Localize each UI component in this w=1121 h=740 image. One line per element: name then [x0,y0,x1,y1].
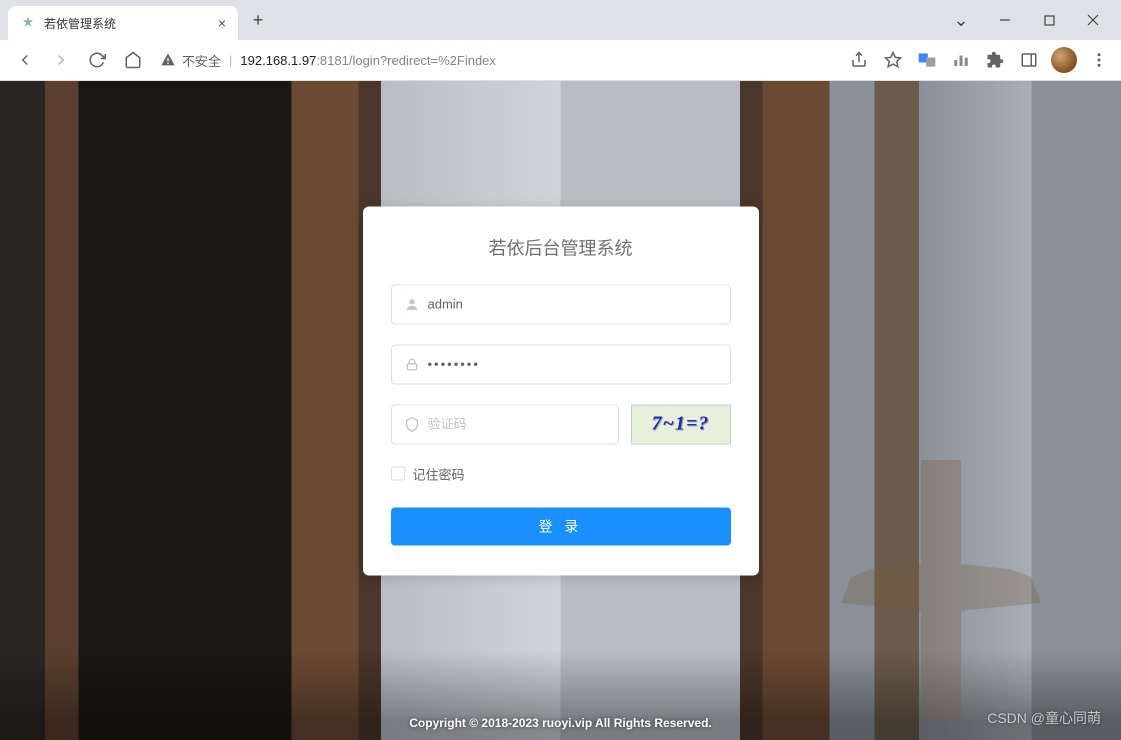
browser-chrome: 若依管理系统 × + ⌄ 不安全 | [0,0,1121,81]
ext-stats-icon[interactable] [949,48,973,72]
forward-button[interactable] [46,45,76,75]
login-button[interactable]: 登 录 [391,507,731,545]
insecure-indicator[interactable]: 不安全 [160,51,221,70]
password-group[interactable] [391,344,731,384]
captcha-input[interactable] [428,405,606,443]
extensions-icon[interactable] [983,48,1007,72]
username-group[interactable] [391,284,731,324]
captcha-group[interactable] [391,404,619,444]
toolbar-actions [837,47,1111,73]
tab-bar: 若依管理系统 × + ⌄ [0,0,1121,40]
sidepanel-icon[interactable] [1017,48,1041,72]
url-separator: | [229,53,232,68]
new-tab-button[interactable]: + [244,6,272,34]
menu-icon[interactable] [1087,48,1111,72]
favicon-icon [20,15,36,31]
home-button[interactable] [118,45,148,75]
warning-icon [160,52,176,68]
browser-toolbar: 不安全 | 192.168.1.97:8181/login?redirect=%… [0,40,1121,80]
bookmark-star-icon[interactable] [881,48,905,72]
captcha-image[interactable]: 7~1=? [631,404,731,444]
footer-copyright: Copyright © 2018-2023 ruoyi.vip All Righ… [0,716,1121,730]
close-tab-icon[interactable]: × [218,15,226,31]
watermark: CSDN @童心同萌 [987,708,1101,728]
login-card: 若依后台管理系统 7~1=? 记住密码 [363,206,759,575]
login-title: 若依后台管理系统 [391,234,731,260]
close-window-button[interactable] [1073,5,1113,35]
translate-icon[interactable] [915,48,939,72]
insecure-label: 不安全 [182,51,221,70]
username-input[interactable] [428,285,718,323]
profile-avatar[interactable] [1051,47,1077,73]
browser-tab[interactable]: 若依管理系统 × [8,6,238,40]
address-bar[interactable]: 不安全 | 192.168.1.97:8181/login?redirect=%… [154,45,831,75]
lock-icon [404,356,420,372]
minimize-button[interactable] [985,5,1025,35]
reload-button[interactable] [82,45,112,75]
remember-checkbox[interactable] [391,467,405,481]
shield-icon [404,416,420,432]
maximize-button[interactable] [1029,5,1069,35]
tab-title: 若依管理系统 [44,15,116,32]
remember-row: 记住密码 [391,464,731,483]
remember-label[interactable]: 记住密码 [413,464,465,483]
page-viewport: 若依后台管理系统 7~1=? 记住密码 [0,81,1121,740]
share-icon[interactable] [847,48,871,72]
url-text: 192.168.1.97:8181/login?redirect=%2Finde… [240,53,496,68]
captcha-row: 7~1=? [391,404,731,444]
tab-search-icon[interactable]: ⌄ [941,5,981,35]
window-controls: ⌄ [941,0,1121,40]
password-input[interactable] [428,345,718,383]
user-icon [404,296,420,312]
back-button[interactable] [10,45,40,75]
